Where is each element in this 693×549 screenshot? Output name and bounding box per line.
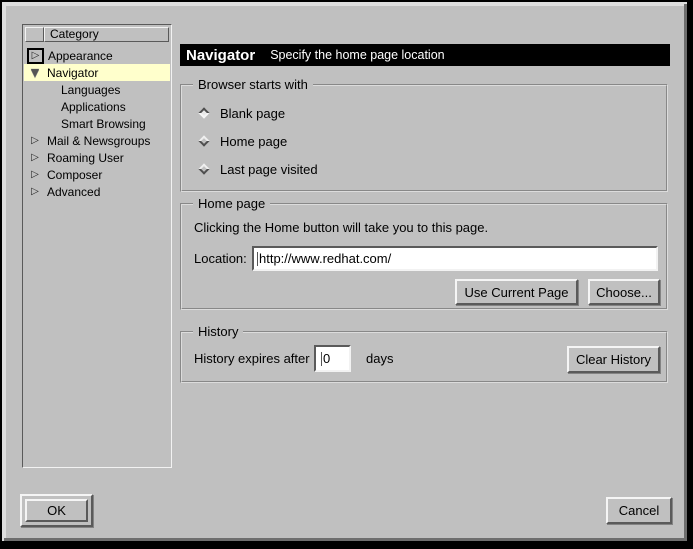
location-input[interactable]: http://www.redhat.com/ — [252, 246, 658, 271]
tree-item-mail-newsgroups[interactable]: ▷ Mail & Newsgroups — [24, 132, 170, 149]
tree-item-label: Mail & Newsgroups — [43, 134, 150, 148]
expander-collapsed-icon[interactable]: ▷ — [27, 133, 43, 148]
location-label: Location: — [194, 251, 247, 266]
history-expires-value: 0 — [323, 351, 330, 366]
tree-rows: ▷ Appearance ▼ Navigator Languages Appli… — [24, 47, 170, 200]
ok-button[interactable]: OK — [25, 499, 88, 522]
window-bevel-top — [2, 2, 689, 6]
tree-item-navigator[interactable]: ▼ Navigator — [24, 64, 170, 81]
radio-diamond-checked-icon — [198, 107, 209, 118]
radio-home-page[interactable]: Home page — [196, 132, 287, 150]
home-page-description: Clicking the Home button will take you t… — [194, 220, 488, 235]
expander-collapsed-icon[interactable]: ▷ — [27, 48, 44, 64]
tree-item-advanced[interactable]: ▷ Advanced — [24, 183, 170, 200]
history-group: History History expires after 0 days Cle… — [180, 331, 668, 383]
tree-item-roaming-user[interactable]: ▷ Roaming User — [24, 149, 170, 166]
ok-default-frame: OK — [20, 494, 93, 527]
home-page-group: Home page Clicking the Home button will … — [180, 203, 668, 310]
history-legend: History — [193, 324, 243, 339]
tree-header-category[interactable]: Category — [44, 27, 169, 42]
tree-item-label: Navigator — [43, 66, 98, 80]
panel-subtitle: Specify the home page location — [270, 48, 444, 62]
tree-item-label: Languages — [24, 83, 120, 97]
clear-history-button[interactable]: Clear History — [567, 346, 660, 373]
radio-label: Home page — [212, 134, 287, 149]
history-expires-label: History expires after — [194, 351, 310, 366]
window-border-left — [0, 0, 2, 549]
category-tree-panel: Category ▷ Appearance ▼ Navigator Langua… — [22, 24, 172, 468]
text-caret — [257, 252, 258, 266]
cancel-button[interactable]: Cancel — [606, 497, 672, 524]
tree-item-composer[interactable]: ▷ Composer — [24, 166, 170, 183]
tree-item-label: Smart Browsing — [24, 117, 146, 131]
window-bevel-left — [2, 2, 6, 541]
radio-blank-page[interactable]: Blank page — [196, 104, 285, 122]
text-caret — [321, 352, 322, 366]
tree-item-label: Advanced — [43, 185, 100, 199]
tree-item-label: Applications — [24, 100, 126, 114]
radio-label: Blank page — [212, 106, 285, 121]
tree-item-label: Roaming User — [43, 151, 124, 165]
window-border-bottom — [0, 541, 693, 549]
expander-collapsed-icon[interactable]: ▷ — [27, 167, 43, 182]
browser-starts-group: Browser starts with Blank page Home page… — [180, 84, 668, 192]
days-label: days — [366, 351, 393, 366]
expander-collapsed-icon[interactable]: ▷ — [27, 150, 43, 165]
radio-label: Last page visited — [212, 162, 318, 177]
window-border-right — [687, 0, 693, 549]
tree-header-spacer — [25, 27, 44, 42]
browser-starts-legend: Browser starts with — [193, 77, 313, 92]
tree-item-label: Appearance — [44, 49, 113, 63]
location-value: http://www.redhat.com/ — [259, 251, 391, 266]
home-page-legend: Home page — [193, 196, 270, 211]
choose-button[interactable]: Choose... — [588, 279, 660, 305]
expander-collapsed-icon[interactable]: ▷ — [27, 184, 43, 199]
tree-item-label: Composer — [43, 168, 102, 182]
radio-diamond-icon — [198, 135, 209, 146]
radio-diamond-icon — [198, 163, 209, 174]
tree-item-appearance[interactable]: ▷ Appearance — [24, 47, 170, 64]
window-border-top — [0, 0, 693, 2]
preferences-dialog: Category ▷ Appearance ▼ Navigator Langua… — [0, 0, 693, 549]
expander-expanded-icon[interactable]: ▼ — [27, 65, 43, 80]
tree-item-applications[interactable]: Applications — [24, 98, 170, 115]
panel-title-bar: Navigator Specify the home page location — [180, 44, 670, 66]
panel-title: Navigator — [186, 47, 255, 64]
tree-item-smart-browsing[interactable]: Smart Browsing — [24, 115, 170, 132]
use-current-page-button[interactable]: Use Current Page — [455, 279, 578, 305]
tree-item-languages[interactable]: Languages — [24, 81, 170, 98]
radio-last-page-visited[interactable]: Last page visited — [196, 160, 318, 178]
history-expires-input[interactable]: 0 — [314, 345, 351, 372]
